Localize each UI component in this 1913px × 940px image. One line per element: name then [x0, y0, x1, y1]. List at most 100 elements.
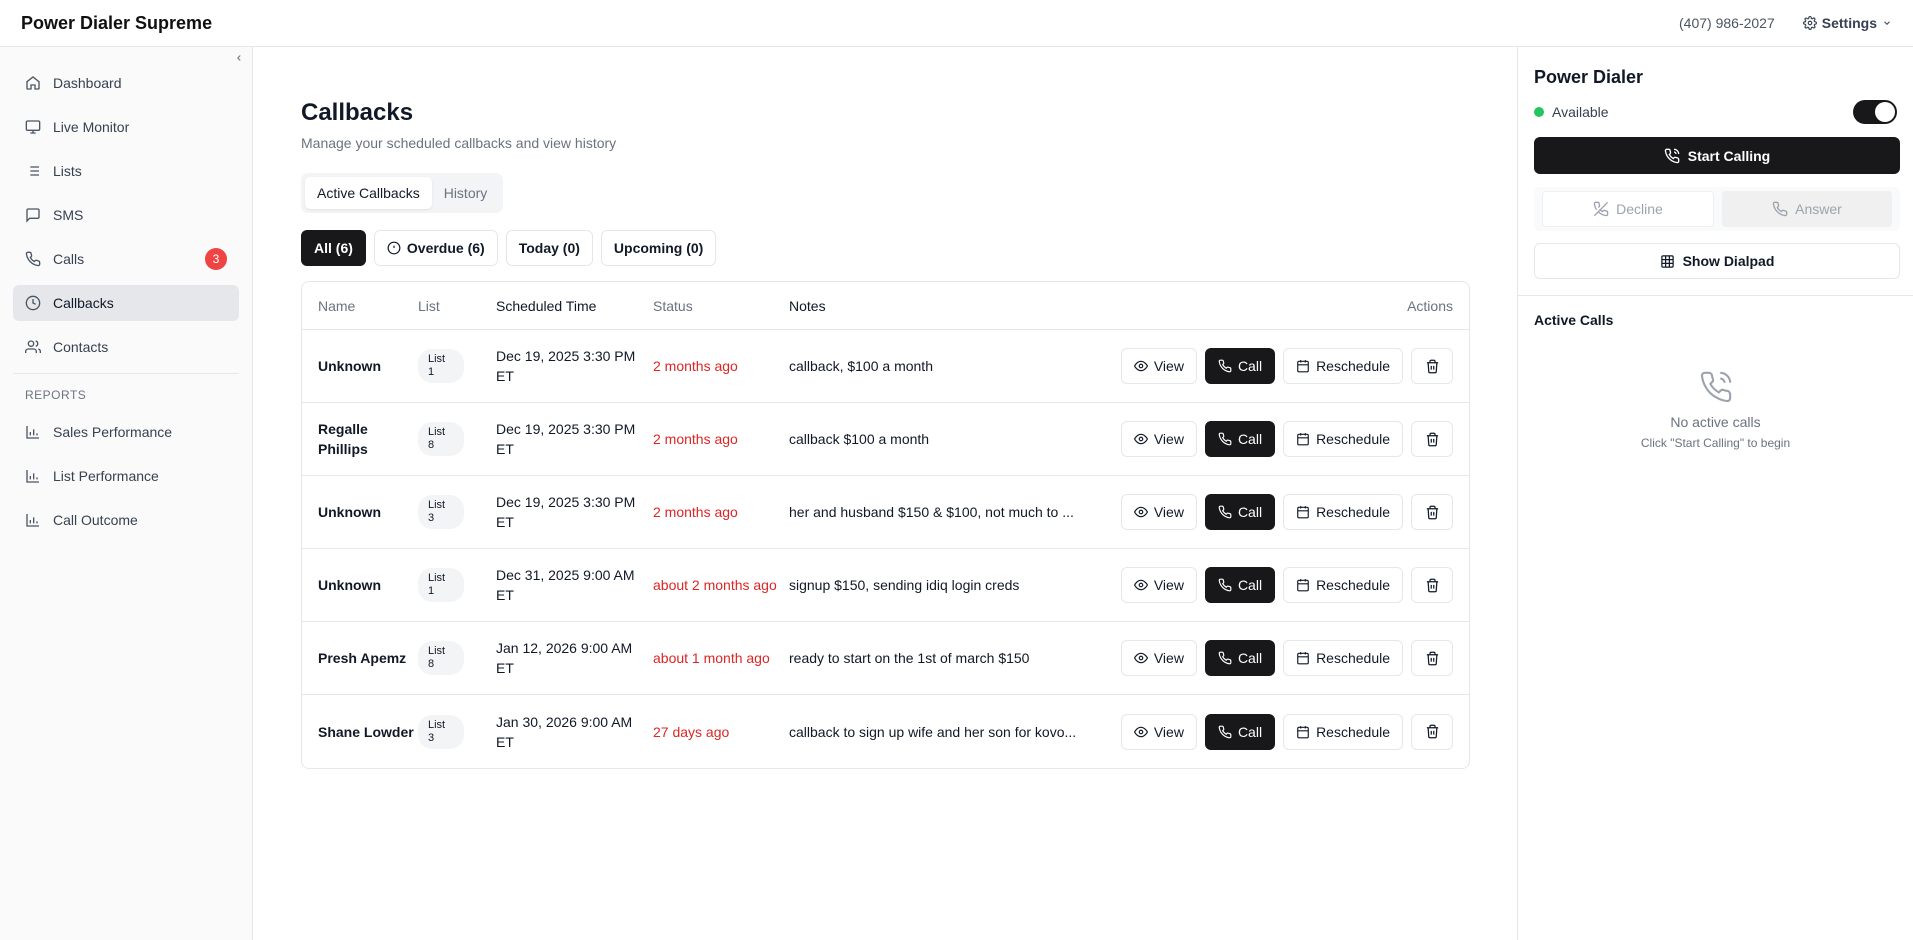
callback-notes: signup $150, sending idiq login creds [789, 577, 1020, 593]
toggle-knob [1875, 102, 1895, 122]
show-dialpad-button[interactable]: Show Dialpad [1534, 243, 1900, 279]
list-cell: List 1 [418, 349, 496, 383]
sidebar-item-lists[interactable]: Lists [13, 153, 239, 189]
availability-toggle[interactable] [1853, 100, 1897, 124]
contact-name: Presh Apemz [318, 650, 407, 666]
filter-label: Today (0) [518, 240, 580, 256]
scheduled-time: Dec 19, 2025 3:30 PM ET [496, 421, 636, 457]
tab-history[interactable]: History [432, 177, 500, 209]
table-row: Unknown List 1 Dec 31, 2025 9:00 AM ET abou… [302, 549, 1469, 622]
settings-label: Settings [1821, 15, 1877, 31]
phone-icon [1218, 359, 1232, 373]
start-calling-button[interactable]: Start Calling [1534, 137, 1900, 174]
contact-name: Shane Lowder [318, 723, 414, 740]
trash-icon [1425, 359, 1440, 374]
sidebar-item-sales-performance[interactable]: Sales Performance [13, 414, 239, 450]
answer-button[interactable]: Answer [1722, 191, 1892, 227]
sidebar-item-sms[interactable]: SMS [13, 197, 239, 233]
view-button[interactable]: View [1120, 421, 1197, 457]
call-button[interactable]: Call [1204, 348, 1276, 384]
sidebar-item-contacts[interactable]: Contacts [13, 329, 239, 365]
status-dot [1534, 107, 1544, 117]
calendar-icon [1296, 651, 1310, 665]
empty-state-hint: Click "Start Calling" to begin [1640, 436, 1791, 450]
sidebar-item-label: Dashboard [53, 75, 122, 91]
delete-button[interactable] [1411, 494, 1453, 530]
header-list: List [418, 297, 440, 314]
row-actions: View Call Reschedule [1109, 348, 1469, 384]
table-row: Unknown List 1 Dec 19, 2025 3:30 PM ET 2 mo… [302, 330, 1469, 403]
decline-button[interactable]: Decline [1542, 191, 1714, 227]
callback-notes: ready to start on the 1st of march $150 [789, 650, 1030, 666]
view-button[interactable]: View [1120, 348, 1197, 384]
calendar-icon [1296, 505, 1310, 519]
reports-section-label: REPORTS [25, 388, 87, 402]
reschedule-button[interactable]: Reschedule [1283, 421, 1403, 457]
row-actions: View Call Reschedule [1109, 494, 1469, 530]
list-cell: List 8 [418, 641, 496, 675]
filter-upcoming[interactable]: Upcoming (0) [600, 230, 717, 266]
collapse-sidebar-button[interactable] [232, 51, 246, 65]
view-button[interactable]: View [1120, 640, 1197, 676]
reschedule-button[interactable]: Reschedule [1283, 640, 1403, 676]
view-button[interactable]: View [1120, 494, 1197, 530]
list-badge: List 3 [418, 495, 464, 529]
calendar-icon [1296, 725, 1310, 739]
list-cell: List 1 [418, 568, 496, 602]
phone-icon [1218, 725, 1232, 739]
clock-icon [25, 295, 41, 311]
eye-icon [1133, 578, 1148, 592]
phone-icon [1218, 578, 1232, 592]
delete-button[interactable] [1411, 348, 1453, 384]
sidebar-item-callbacks[interactable]: Callbacks [13, 285, 239, 321]
message-icon [26, 208, 40, 223]
reschedule-button[interactable]: Reschedule [1283, 494, 1403, 530]
users-icon [25, 340, 41, 353]
delete-button[interactable] [1411, 713, 1453, 750]
chevron-left-icon [237, 55, 241, 61]
filter-all[interactable]: All (6) [301, 230, 366, 266]
call-button[interactable]: Call [1204, 494, 1276, 530]
sidebar-item-call-outcome[interactable]: Call Outcome [13, 502, 239, 538]
delete-button[interactable] [1411, 567, 1453, 603]
reschedule-button[interactable]: Reschedule [1283, 713, 1403, 750]
settings-menu-button[interactable]: Settings [1802, 15, 1892, 31]
list-icon [27, 166, 39, 176]
delete-button[interactable] [1411, 421, 1453, 457]
call-button[interactable]: Call [1204, 567, 1276, 603]
callback-status: 2 months ago [653, 431, 738, 447]
calendar-icon [1296, 578, 1310, 592]
callbacks-table: Name List Scheduled Time Status Notes Ac… [301, 281, 1470, 769]
call-button[interactable]: Call [1204, 640, 1276, 676]
sidebar-item-label: List Performance [53, 468, 159, 484]
filter-label: Overdue (6) [406, 240, 485, 256]
filter-today[interactable]: Today (0) [505, 230, 593, 266]
call-button[interactable]: Call [1204, 713, 1276, 750]
delete-button[interactable] [1411, 640, 1453, 676]
empty-state-title: No active calls [1670, 414, 1761, 430]
tab-active-callbacks[interactable]: Active Callbacks [305, 177, 432, 209]
trash-icon [1425, 651, 1440, 666]
eye-icon [1133, 432, 1148, 446]
table-row: Regalle Phillips List 8 Dec 19, 2025 3:30 … [302, 403, 1469, 476]
callback-notes: her and husband $150 & $100, not much to… [789, 504, 1074, 520]
start-calling-label: Start Calling [1687, 147, 1771, 164]
sidebar-item-live-monitor[interactable]: Live Monitor [13, 109, 239, 145]
view-button[interactable]: View [1120, 713, 1197, 750]
sidebar-item-list-performance[interactable]: List Performance [13, 458, 239, 494]
view-button[interactable]: View [1120, 567, 1197, 603]
header-actions: Actions [1407, 297, 1453, 314]
active-calls-title: Active Calls [1534, 312, 1614, 328]
reschedule-button[interactable]: Reschedule [1283, 567, 1403, 603]
reschedule-button[interactable]: Reschedule [1283, 348, 1403, 384]
filter-overdue[interactable]: Overdue (6) [373, 230, 498, 266]
call-button[interactable]: Call [1204, 421, 1276, 457]
row-actions: View Call Reschedule [1109, 421, 1469, 457]
call-label: Call [1237, 577, 1263, 593]
list-cell: List 8 [418, 422, 496, 456]
sidebar-item-calls[interactable]: Calls 3 [13, 241, 239, 277]
view-label: View [1153, 504, 1184, 520]
app-title: Power Dialer Supreme [21, 12, 213, 33]
sidebar-item-dashboard[interactable]: Dashboard [13, 65, 239, 101]
header-scheduled-time: Scheduled Time [496, 297, 597, 314]
